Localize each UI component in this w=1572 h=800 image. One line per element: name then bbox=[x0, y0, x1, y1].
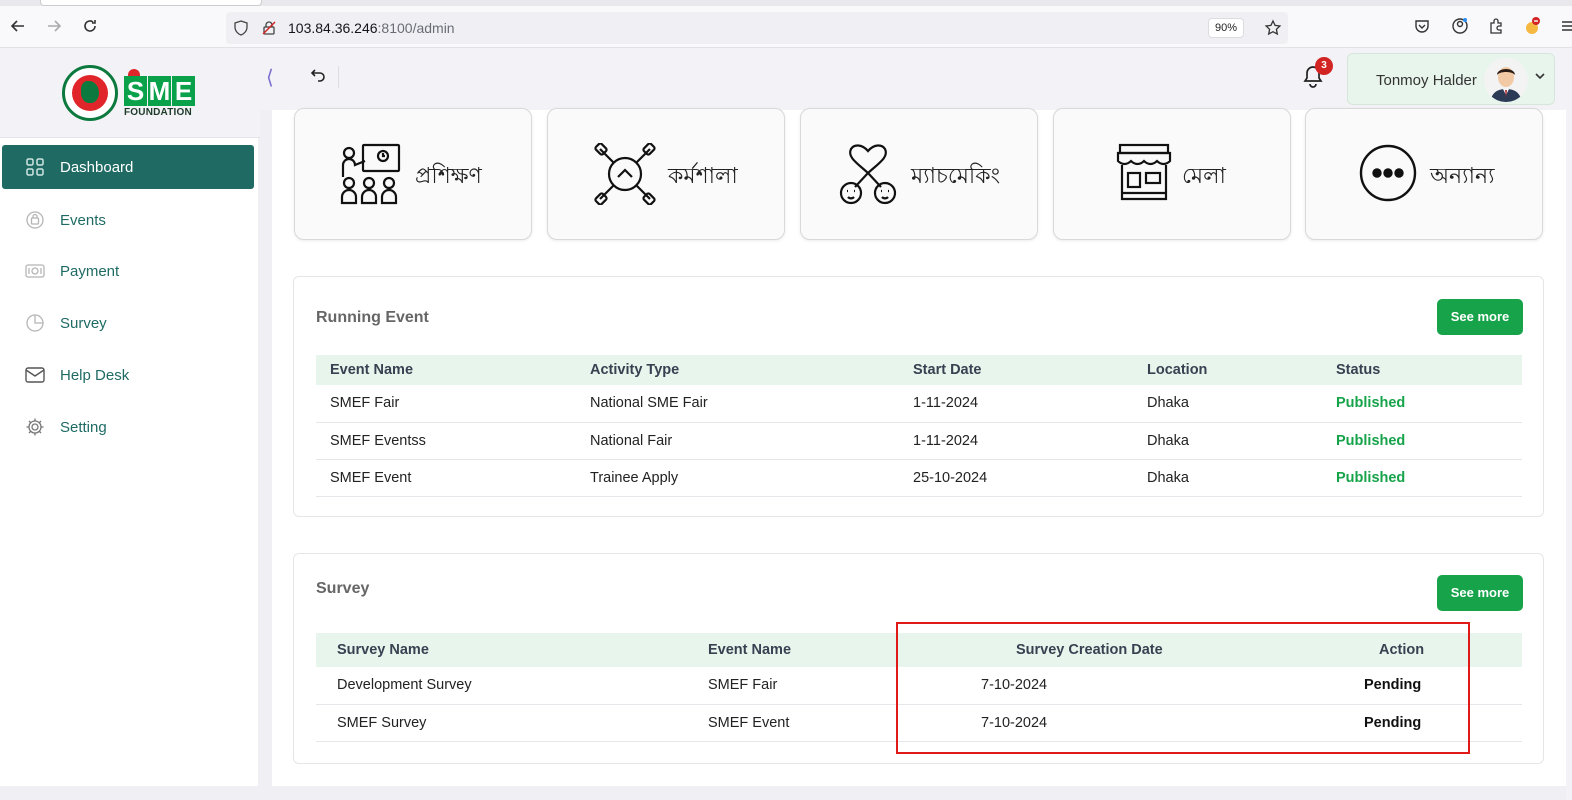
column-header[interactable]: Activity Type bbox=[590, 355, 913, 385]
running-event-table: Event Name Activity Type Start Date Loca… bbox=[316, 355, 1522, 497]
mail-icon bbox=[24, 364, 46, 386]
event-name-cell: SMEF Event bbox=[316, 459, 590, 497]
start-date-cell: 25-10-2024 bbox=[913, 459, 1147, 497]
insecure-lock-icon[interactable] bbox=[260, 19, 278, 37]
event-name-cell: SMEF Eventss bbox=[316, 422, 590, 460]
sidebar-item-events[interactable]: Events bbox=[2, 198, 254, 242]
column-header[interactable]: Start Date bbox=[913, 355, 1147, 385]
annotation-highlight-box bbox=[896, 622, 1470, 754]
sme-logo[interactable]: SME bbox=[124, 76, 195, 106]
forward-arrow-icon[interactable] bbox=[42, 14, 66, 38]
menu-icon[interactable] bbox=[1556, 16, 1572, 36]
category-card-matchmaking[interactable]: ম্যাচমেকিং bbox=[800, 108, 1038, 240]
user-name: Tonmoy Halder bbox=[1376, 72, 1477, 89]
payment-icon bbox=[24, 260, 46, 282]
table-row[interactable]: SMEF Event Trainee Apply 25-10-2024 Dhak… bbox=[316, 459, 1522, 497]
pie-icon bbox=[24, 312, 46, 334]
category-label: ম্যাচমেকিং bbox=[911, 164, 1001, 189]
location-cell: Dhaka bbox=[1147, 385, 1336, 423]
activity-type-cell: National SME Fair bbox=[590, 385, 913, 423]
event-name-cell: SMEF Fair bbox=[316, 385, 590, 423]
address-bar[interactable]: 103.84.36.246:8100/admin 90% bbox=[226, 12, 1288, 44]
undo-arrow-icon[interactable] bbox=[310, 66, 339, 88]
sidebar-item-survey[interactable]: Survey bbox=[2, 301, 254, 345]
avatar bbox=[1484, 58, 1528, 102]
start-date-cell: 1-11-2024 bbox=[913, 385, 1147, 423]
user-menu[interactable]: Tonmoy Halder bbox=[1347, 53, 1555, 105]
survey-title: Survey bbox=[316, 580, 370, 597]
sidebar-item-label: Survey bbox=[60, 314, 107, 332]
sidebar-item-help-desk[interactable]: Help Desk bbox=[2, 353, 254, 397]
table-row[interactable]: SMEF Eventss National Fair 1-11-2024 Dha… bbox=[316, 422, 1522, 460]
browser-toolbar: 103.84.36.246:8100/admin 90% bbox=[0, 0, 1572, 48]
column-header[interactable]: Survey Name bbox=[316, 633, 708, 667]
pocket-icon[interactable] bbox=[1412, 16, 1432, 36]
location-cell: Dhaka bbox=[1147, 422, 1336, 460]
training-icon bbox=[339, 143, 403, 205]
table-row[interactable]: SMEF Fair National SME Fair 1-11-2024 Dh… bbox=[316, 385, 1522, 423]
survey-see-more-button[interactable]: See more bbox=[1437, 575, 1523, 611]
url-text[interactable]: 103.84.36.246:8100/admin bbox=[288, 20, 455, 36]
sidebar-collapse-icon[interactable]: ⟨ bbox=[266, 66, 282, 90]
sidebar-item-label: Setting bbox=[60, 418, 107, 436]
back-arrow-icon[interactable] bbox=[6, 14, 30, 38]
sidebar-item-label: Payment bbox=[60, 262, 120, 280]
zoom-level[interactable]: 90% bbox=[1207, 18, 1244, 38]
sidebar-item-label: Dashboard bbox=[60, 158, 134, 176]
government-emblem-logo bbox=[62, 65, 118, 121]
activity-type-cell: National Fair bbox=[590, 422, 913, 460]
sidebar: Dashboard Events Payment Survey Help Des… bbox=[0, 138, 258, 786]
sidebar-item-setting[interactable]: Setting bbox=[2, 405, 254, 449]
bookmark-star-icon[interactable] bbox=[1264, 19, 1282, 37]
running-event-title: Running Event bbox=[316, 309, 429, 326]
workshop-icon bbox=[594, 142, 658, 206]
events-icon bbox=[24, 209, 46, 231]
survey-name-cell: SMEF Survey bbox=[316, 704, 708, 742]
browser-tab[interactable] bbox=[40, 0, 262, 6]
column-header[interactable]: Event Name bbox=[316, 355, 590, 385]
category-card-others[interactable]: অন্যান্য bbox=[1305, 108, 1543, 240]
category-card-fair[interactable]: মেলা bbox=[1053, 108, 1291, 240]
activity-type-cell: Trainee Apply bbox=[590, 459, 913, 497]
status-badge: Published bbox=[1336, 422, 1522, 460]
gear-icon bbox=[24, 416, 46, 438]
start-date-cell: 1-11-2024 bbox=[913, 422, 1147, 460]
sidebar-item-payment[interactable]: Payment bbox=[2, 249, 254, 293]
category-card-workshop[interactable]: কর্মশালা bbox=[547, 108, 785, 240]
matchmaking-icon bbox=[837, 143, 901, 205]
more-icon bbox=[1358, 143, 1422, 205]
category-label: মেলা bbox=[1182, 164, 1226, 189]
survey-name-cell: Development Survey bbox=[316, 667, 708, 705]
extension-badge-icon[interactable] bbox=[1522, 16, 1542, 36]
category-label: অন্যান্য bbox=[1430, 164, 1495, 189]
running-event-see-more-button[interactable]: See more bbox=[1437, 299, 1523, 335]
column-header[interactable]: Status bbox=[1336, 355, 1522, 385]
running-event-panel: Running Event See more Event Name Activi… bbox=[293, 276, 1544, 517]
sidebar-item-label: Events bbox=[60, 211, 106, 229]
logo-foundation-text: FOUNDATION bbox=[124, 107, 192, 118]
category-label: কর্মশালা bbox=[668, 164, 738, 189]
grid-icon bbox=[24, 156, 46, 178]
shield-icon[interactable] bbox=[232, 19, 250, 37]
status-badge: Published bbox=[1336, 459, 1522, 497]
scrollbar[interactable] bbox=[1566, 48, 1572, 800]
table-header-row: Event Name Activity Type Start Date Loca… bbox=[316, 355, 1522, 385]
category-label: প্রশিক্ষণ bbox=[415, 164, 482, 189]
status-badge: Published bbox=[1336, 385, 1522, 423]
sidebar-item-label: Help Desk bbox=[60, 366, 130, 384]
chevron-down-icon[interactable] bbox=[1534, 70, 1546, 84]
reload-icon[interactable] bbox=[78, 14, 102, 38]
category-card-training[interactable]: প্রশিক্ষণ bbox=[294, 108, 532, 240]
sidebar-item-dashboard[interactable]: Dashboard bbox=[2, 145, 254, 189]
location-cell: Dhaka bbox=[1147, 459, 1336, 497]
extensions-icon[interactable] bbox=[1486, 16, 1506, 36]
notification-count-badge: 3 bbox=[1315, 57, 1333, 75]
fair-stall-icon bbox=[1116, 143, 1180, 205]
account-icon[interactable] bbox=[1450, 16, 1470, 36]
column-header[interactable]: Location bbox=[1147, 355, 1336, 385]
